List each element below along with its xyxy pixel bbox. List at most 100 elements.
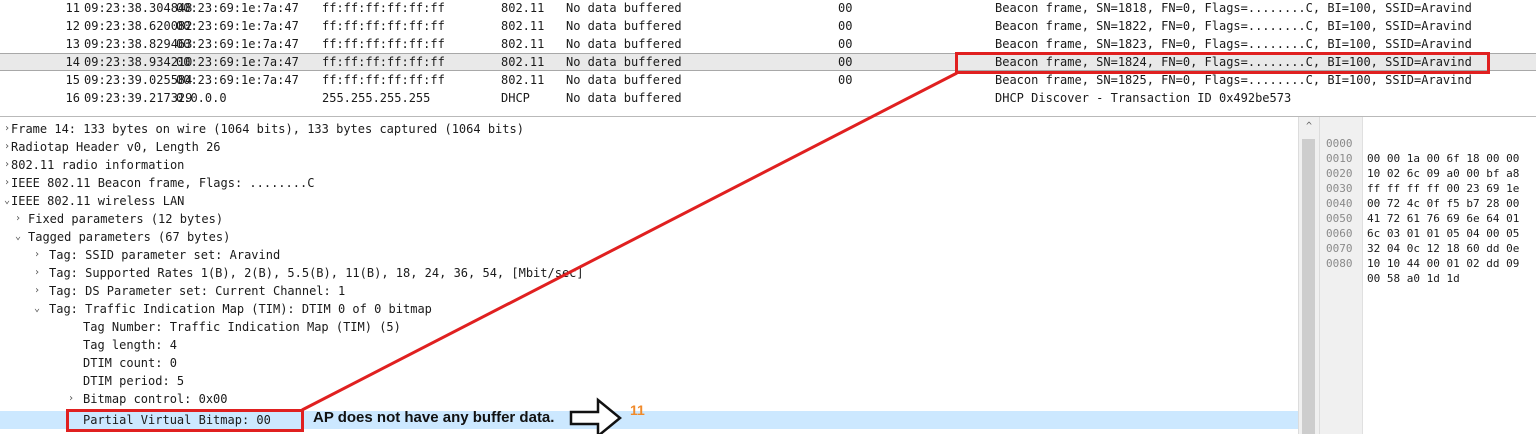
- packet-protocol: 802.11: [501, 73, 545, 87]
- hex-row[interactable]: 0070 10 10 44 00 01 02 dd 09: [1320, 226, 1536, 270]
- annotation-step-number: 11: [630, 402, 645, 418]
- tree-item-radio-info[interactable]: › 802.11 radio information: [0, 156, 1298, 174]
- chevron-right-icon[interactable]: ›: [32, 246, 42, 264]
- hex-bytes[interactable]: 10 10 44 00 01 02 dd 09: [1367, 256, 1519, 271]
- tree-item-label: Tag: Traffic Indication Map (TIM): DTIM …: [49, 302, 432, 316]
- hex-dump-pane[interactable]: 0000 00 00 1a 00 6f 18 00 00 0010 10 02 …: [1320, 117, 1536, 434]
- hex-row[interactable]: 0060 32 04 0c 12 18 60 dd 0e: [1320, 211, 1536, 255]
- packet-number: 13: [65, 37, 80, 51]
- packet-buffer-status: No data buffered: [566, 73, 682, 87]
- hex-row[interactable]: 0080 00 58 a0 1d 1d: [1320, 241, 1536, 285]
- chevron-right-icon[interactable]: ›: [32, 264, 42, 282]
- packet-destination: 255.255.255.255: [322, 91, 431, 105]
- packet-protocol: 802.11: [501, 55, 545, 69]
- tree-item-ds-param[interactable]: › Tag: DS Parameter set: Current Channel…: [0, 282, 1298, 300]
- tree-item-tag-length[interactable]: Tag length: 4: [0, 336, 1298, 354]
- annotation-box-partial-bitmap: [66, 409, 304, 432]
- scroll-up-icon[interactable]: ^: [1299, 121, 1319, 132]
- tree-item-label: Bitmap control: 0x00: [83, 392, 228, 406]
- packet-bitmap-value: 00: [838, 1, 853, 15]
- tree-item-dtim-period[interactable]: DTIM period: 5: [0, 372, 1298, 390]
- tree-item-ssid[interactable]: › Tag: SSID parameter set: Aravind: [0, 246, 1298, 264]
- packet-protocol: 802.11: [501, 1, 545, 15]
- tree-item-radiotap[interactable]: › Radiotap Header v0, Length 26: [0, 138, 1298, 156]
- packet-number: 11: [65, 1, 80, 15]
- hex-row[interactable]: 0040 41 72 61 76 69 6e 64 01: [1320, 181, 1536, 225]
- tree-item-beacon-frame[interactable]: › IEEE 802.11 Beacon frame, Flags: .....…: [0, 174, 1298, 192]
- chevron-down-icon[interactable]: ⌄: [13, 228, 23, 246]
- tree-item-label: Frame 14: 133 bytes on wire (1064 bits),…: [11, 122, 524, 136]
- tree-item-label: DTIM period: 5: [83, 374, 185, 388]
- tree-item-bitmap-control[interactable]: › Bitmap control: 0x00: [0, 390, 1298, 408]
- packet-protocol: 802.11: [501, 37, 545, 51]
- packet-buffer-status: No data buffered: [566, 19, 682, 33]
- tree-item-rates[interactable]: › Tag: Supported Rates 1(B), 2(B), 5.5(B…: [0, 264, 1298, 282]
- packet-row[interactable]: 11 09:23:38.304848 00:23:69:1e:7a:47 ff:…: [0, 0, 1536, 17]
- tree-item-label: Tag length: 4: [83, 338, 177, 352]
- hex-row[interactable]: 0000 00 00 1a 00 6f 18 00 00: [1320, 121, 1536, 165]
- packet-destination: ff:ff:ff:ff:ff:ff: [322, 55, 445, 69]
- tree-item-label: Tag: SSID parameter set: Aravind: [49, 248, 281, 262]
- tree-item-label: IEEE 802.11 wireless LAN: [11, 194, 185, 208]
- packet-buffer-status: No data buffered: [566, 1, 682, 15]
- packet-number: 15: [65, 73, 80, 87]
- tree-item-fixed-params[interactable]: › Fixed parameters (12 bytes): [0, 210, 1298, 228]
- detail-scrollbar[interactable]: ^: [1298, 117, 1320, 434]
- tree-item-frame[interactable]: › Frame 14: 133 bytes on wire (1064 bits…: [0, 120, 1298, 138]
- tree-item-label: Tag: DS Parameter set: Current Channel: …: [49, 284, 346, 298]
- packet-protocol: 802.11: [501, 19, 545, 33]
- packet-destination: ff:ff:ff:ff:ff:ff: [322, 37, 445, 51]
- packet-bitmap-value: 00: [838, 55, 853, 69]
- tree-item-label: IEEE 802.11 Beacon frame, Flags: .......…: [11, 176, 315, 190]
- chevron-right-icon[interactable]: ›: [32, 282, 42, 300]
- packet-source: 00:23:69:1e:7a:47: [176, 37, 299, 51]
- packet-number: 16: [65, 91, 80, 105]
- packet-source: 0.0.0.0: [176, 91, 227, 105]
- tree-item-tagged-params[interactable]: ⌄ Tagged parameters (67 bytes): [0, 228, 1298, 246]
- tree-item-label: DTIM count: 0: [83, 356, 177, 370]
- packet-info: DHCP Discover - Transaction ID 0x492be57…: [995, 91, 1292, 105]
- packet-buffer-status: No data buffered: [566, 55, 682, 69]
- hex-row[interactable]: 0030 00 72 4c 0f f5 b7 28 00: [1320, 166, 1536, 210]
- tree-item-label: Fixed parameters (12 bytes): [28, 212, 224, 226]
- packet-source: 00:23:69:1e:7a:47: [176, 55, 299, 69]
- tree-item-tag-number[interactable]: Tag Number: Traffic Indication Map (TIM)…: [0, 318, 1298, 336]
- hex-offset: 0080: [1326, 257, 1353, 270]
- annotation-note: AP does not have any buffer data.: [313, 409, 555, 426]
- packet-bitmap-value: 00: [838, 19, 853, 33]
- packet-destination: ff:ff:ff:ff:ff:ff: [322, 73, 445, 87]
- packet-detail-tree[interactable]: › Frame 14: 133 bytes on wire (1064 bits…: [0, 117, 1298, 434]
- packet-row[interactable]: 16 09:23:39.217329 0.0.0.0 255.255.255.2…: [0, 89, 1536, 107]
- packet-info: Beacon frame, SN=1823, FN=0, Flags=.....…: [995, 37, 1472, 51]
- tree-item-label: 802.11 radio information: [11, 158, 185, 172]
- tree-item-tim[interactable]: ⌄ Tag: Traffic Indication Map (TIM): DTI…: [0, 300, 1298, 318]
- tree-item-label: Tagged parameters (67 bytes): [28, 230, 231, 244]
- tree-item-label: Tag Number: Traffic Indication Map (TIM)…: [83, 320, 401, 334]
- chevron-down-icon[interactable]: ⌄: [32, 300, 42, 318]
- packet-buffer-status: No data buffered: [566, 37, 682, 51]
- hex-row[interactable]: 0010 10 02 6c 09 a0 00 bf a8: [1320, 136, 1536, 180]
- hex-bytes[interactable]: 00 58 a0 1d 1d: [1367, 271, 1460, 286]
- packet-protocol: DHCP: [501, 91, 530, 105]
- packet-number: 12: [65, 19, 80, 33]
- tree-item-dtim-count[interactable]: DTIM count: 0: [0, 354, 1298, 372]
- scrollbar-thumb[interactable]: [1302, 139, 1315, 434]
- tree-item-label: Radiotap Header v0, Length 26: [11, 140, 221, 154]
- packet-row[interactable]: 12 09:23:38.620082 00:23:69:1e:7a:47 ff:…: [0, 17, 1536, 35]
- packet-info: Beacon frame, SN=1822, FN=0, Flags=.....…: [995, 19, 1472, 33]
- packet-destination: ff:ff:ff:ff:ff:ff: [322, 19, 445, 33]
- packet-buffer-status: No data buffered: [566, 91, 682, 105]
- annotation-box-beacon-info: [955, 52, 1490, 74]
- packet-bitmap-value: 00: [838, 37, 853, 51]
- packet-number: 14: [65, 55, 80, 69]
- chevron-right-icon[interactable]: ›: [13, 210, 23, 228]
- tree-item-wireless-lan[interactable]: ⌄ IEEE 802.11 wireless LAN: [0, 192, 1298, 210]
- packet-source: 00:23:69:1e:7a:47: [176, 73, 299, 87]
- chevron-right-icon[interactable]: ›: [66, 390, 76, 408]
- packet-info: Beacon frame, SN=1818, FN=0, Flags=.....…: [995, 1, 1472, 15]
- packet-source: 00:23:69:1e:7a:47: [176, 19, 299, 33]
- hex-row[interactable]: 0050 6c 03 01 01 05 04 00 05: [1320, 196, 1536, 240]
- packet-row[interactable]: 13 09:23:38.829463 00:23:69:1e:7a:47 ff:…: [0, 35, 1536, 53]
- hex-row[interactable]: 0020 ff ff ff ff 00 23 69 1e: [1320, 151, 1536, 195]
- packet-bitmap-value: 00: [838, 73, 853, 87]
